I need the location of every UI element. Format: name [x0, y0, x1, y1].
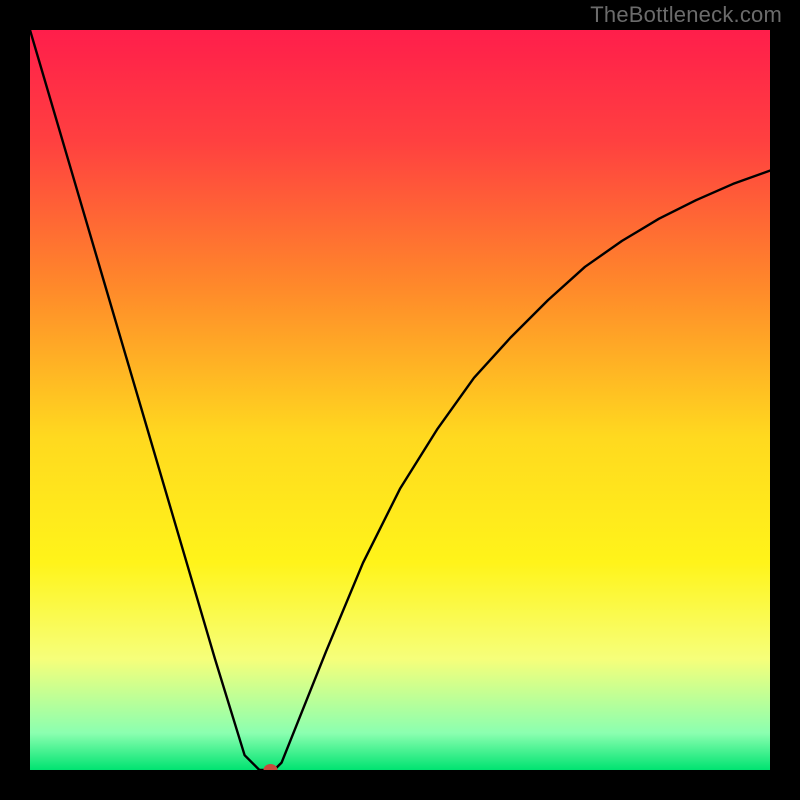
- bottleneck-chart-svg: [30, 30, 770, 770]
- chart-frame: TheBottleneck.com: [0, 0, 800, 800]
- gradient-background: [30, 30, 770, 770]
- plot-area: [30, 30, 770, 770]
- watermark-text: TheBottleneck.com: [590, 2, 782, 28]
